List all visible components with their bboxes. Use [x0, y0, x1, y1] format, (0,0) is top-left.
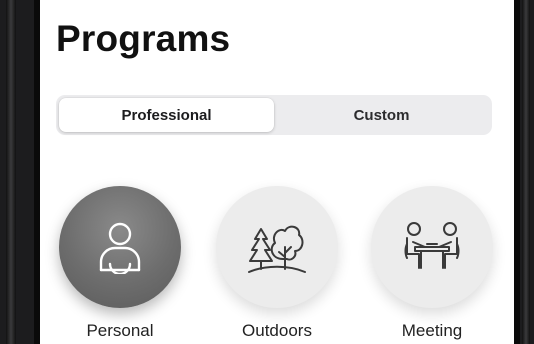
program-outdoors: Outdoors — [207, 186, 347, 341]
device-bezel-left — [0, 0, 40, 344]
program-meeting: Meeting — [362, 186, 502, 341]
program-outdoors-label: Outdoors — [242, 321, 312, 340]
page-title: Programs — [56, 18, 231, 59]
program-personal: Personal — [50, 186, 190, 341]
screen: Programs Professional Custom Personal Ou… — [40, 0, 514, 344]
meeting-icon — [404, 222, 460, 269]
program-meeting-label: Meeting — [401, 321, 463, 340]
segment-label: Custom — [353, 106, 410, 124]
trees-icon — [248, 225, 306, 273]
program-type-segmented-control: Professional Custom — [56, 95, 492, 135]
segment-label: Professional — [121, 106, 212, 124]
program-meeting-button[interactable] — [371, 186, 493, 308]
device-bezel-right — [514, 0, 534, 344]
program-personal-label: Personal — [86, 321, 154, 340]
program-list: Personal Outdoors Meeting — [40, 186, 514, 344]
program-outdoors-button[interactable] — [216, 186, 338, 308]
device-frame: Programs Professional Custom Personal Ou… — [0, 0, 534, 344]
segment-custom[interactable]: Custom — [274, 98, 489, 132]
segment-professional[interactable]: Professional — [59, 98, 274, 132]
person-icon — [99, 222, 141, 274]
program-personal-button[interactable] — [59, 186, 181, 308]
